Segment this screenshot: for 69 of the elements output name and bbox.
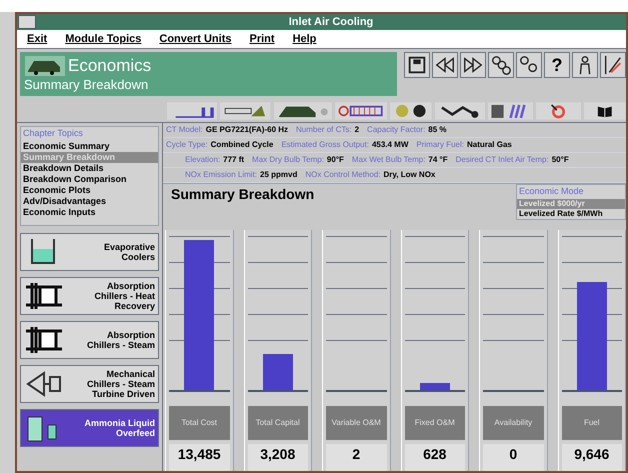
- field-label: Capacity Factor:: [367, 124, 426, 136]
- technology-button[interactable]: Absorption Chillers - Steam: [20, 321, 159, 359]
- field-label: Estimated Gross Output:: [281, 139, 369, 151]
- field-label: NOx Emission Limit:: [185, 169, 258, 181]
- column-label: Total Capital: [248, 406, 308, 440]
- column-value: 628: [404, 444, 465, 471]
- field-value: 453.4 MW: [372, 139, 408, 151]
- topic-item[interactable]: Breakdown Details: [21, 162, 158, 174]
- topic-item[interactable]: Economic Plots: [21, 184, 158, 196]
- menu-item[interactable]: Convert Units: [159, 30, 232, 48]
- heat-exchanger-icon[interactable]: [335, 100, 388, 120]
- field-label: Cycle Type:: [166, 139, 208, 151]
- field-value: Natural Gas: [466, 139, 512, 151]
- mode-option[interactable]: Levelized Rate $/MWh: [517, 208, 625, 218]
- topic-item[interactable]: Economic Summary: [21, 140, 158, 152]
- column-value: 2: [326, 444, 386, 471]
- column-label: Variable O&M: [326, 406, 386, 440]
- field-label: Primary Fuel:: [416, 139, 464, 151]
- locomotive-icon[interactable]: [274, 100, 332, 120]
- menu-item[interactable]: Exit: [27, 30, 48, 48]
- column-value: 9,646: [562, 444, 622, 471]
- technology-button[interactable]: Evaporative Coolers: [20, 233, 159, 271]
- column-label: Availability: [483, 406, 544, 440]
- chain-icon[interactable]: [490, 54, 512, 76]
- field-value: 90°F: [326, 154, 344, 166]
- menu-item[interactable]: Help: [292, 30, 316, 48]
- chart-icon[interactable]: [602, 54, 624, 76]
- column-label: Fixed O&M: [404, 406, 465, 440]
- field-value: 2: [354, 124, 360, 136]
- header-subtitle: Summary Breakdown: [24, 76, 150, 94]
- field-label: NOx Control Method:: [305, 169, 380, 181]
- field-value: 50°F: [552, 154, 569, 166]
- window-title: Inlet Air Cooling: [288, 14, 374, 30]
- topic-item[interactable]: Adv/Disadvantages: [21, 196, 158, 206]
- field-value: 85 %: [428, 124, 447, 136]
- column-value: 3,208: [248, 444, 308, 471]
- panel-title: Economic Mode: [518, 185, 585, 198]
- pipe-icon[interactable]: [220, 100, 271, 120]
- column-label: Total Cost: [169, 406, 230, 440]
- panel-title: Chapter Topics: [22, 127, 84, 140]
- book-icon[interactable]: [584, 100, 626, 120]
- locomotive-icon: [24, 54, 66, 77]
- header-title: Economics: [68, 57, 152, 74]
- field-label: Elevation:: [185, 154, 220, 166]
- network-icon[interactable]: [435, 100, 486, 120]
- field-label: Desired CT Inlet Air Temp:: [456, 154, 549, 166]
- column-value: 13,485: [169, 444, 230, 471]
- column-label: Fuel: [562, 406, 622, 440]
- field-value: 777 ft: [223, 154, 244, 166]
- field-value: Combined Cycle: [210, 139, 274, 151]
- section-title: Summary Breakdown: [171, 185, 314, 204]
- field-value: GE PG7221(FA)-60 Hz: [206, 124, 288, 136]
- topic-item[interactable]: Economic Inputs: [21, 206, 158, 218]
- field-label: Max Wet Bulb Temp:: [352, 154, 426, 166]
- field-value: 74 °F: [428, 154, 448, 166]
- field-label: CT Model:: [166, 124, 203, 136]
- field-value: Dry, Low NOx: [384, 169, 436, 181]
- menu-item[interactable]: Print: [250, 30, 275, 48]
- field-label: Number of CTs:: [296, 124, 352, 136]
- system-menu-box[interactable]: [18, 15, 36, 29]
- technology-button[interactable]: Ammonia Liquid Overfeed: [20, 409, 159, 447]
- technology-button[interactable]: Mechanical Chillers - Steam Turbine Driven: [20, 365, 159, 403]
- column-value: 0: [483, 444, 544, 471]
- help-button[interactable]: ?: [544, 52, 570, 78]
- menu-item[interactable]: Module Topics: [65, 30, 142, 48]
- field-value: 25 ppmvd: [260, 169, 298, 181]
- topic-item[interactable]: Breakdown Comparison: [21, 174, 158, 184]
- field-label: Max Dry Bulb Temp:: [252, 154, 324, 166]
- technology-button[interactable]: Absorption Chillers - Heat Recovery: [20, 277, 159, 315]
